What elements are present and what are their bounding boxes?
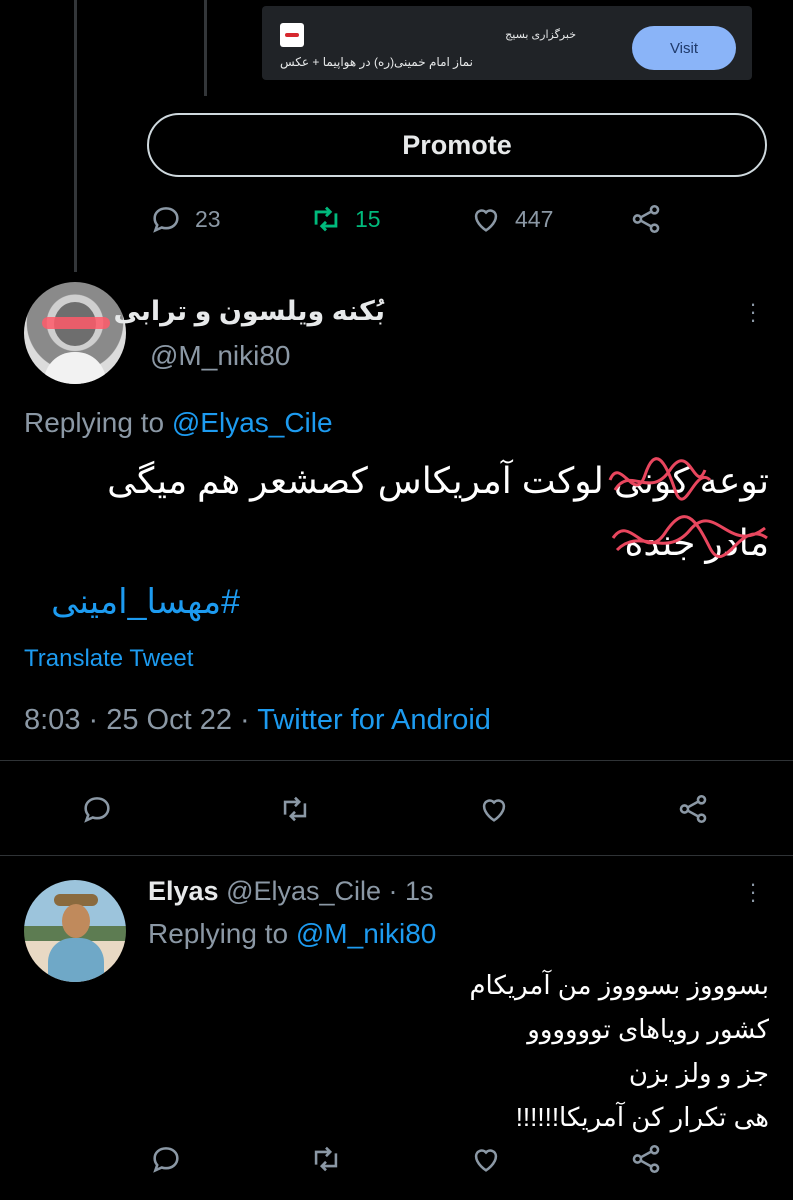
heart-icon xyxy=(474,1149,498,1172)
reply-display-name[interactable]: Elyas xyxy=(148,876,219,906)
promoted-card[interactable]: خبرگزاری بسیج نماز امام خمینی(ره) در هوا… xyxy=(262,6,752,80)
visit-button[interactable]: Visit xyxy=(632,26,736,70)
retweet-count: 15 xyxy=(355,205,381,232)
promoted-source: خبرگزاری بسیج xyxy=(505,29,576,41)
like-action[interactable]: 447 xyxy=(469,202,553,236)
retweet-icon xyxy=(314,1146,338,1172)
tweet-text-line: توعه کونی لوکت آمریکاس کصشعر هم میگی xyxy=(107,460,769,501)
reply-icon xyxy=(153,207,179,233)
reply-icon xyxy=(84,797,110,823)
timestamp: 8:03 · 25 Oct 22 · xyxy=(24,704,258,736)
retweet-action[interactable] xyxy=(278,792,312,826)
reply-action[interactable] xyxy=(149,1142,183,1176)
replying-prefix: Replying to xyxy=(24,407,165,438)
translate-tweet-link[interactable]: Translate Tweet xyxy=(24,645,193,673)
heart-icon xyxy=(474,209,498,232)
user-handle[interactable]: @M_niki80 xyxy=(150,340,290,372)
share-icon xyxy=(632,1144,660,1174)
tweet-text-line: مادر جنده xyxy=(624,522,769,563)
avatar[interactable] xyxy=(24,880,126,982)
share-icon xyxy=(632,204,660,234)
like-count: 447 xyxy=(515,205,554,232)
like-action[interactable] xyxy=(477,792,511,826)
reply-icon xyxy=(153,1147,179,1173)
replying-handle-link[interactable]: @M_niki80 xyxy=(296,918,436,949)
reply-header: Elyas @Elyas_Cile · 1s xyxy=(148,876,434,907)
tweet-text: توعه کونی لوکت آمریکاس کصشعر هم میگی ماد… xyxy=(24,450,769,574)
reply-text-line: کشور رویاهای توووووو xyxy=(527,1014,769,1044)
reply-text-line: هی تکرار کن آمریکا!!!!!! xyxy=(515,1102,769,1132)
more-options-icon[interactable]: · · · xyxy=(748,293,758,331)
share-action[interactable] xyxy=(629,202,663,236)
reply-count: 23 xyxy=(195,205,221,232)
reply-text-line: بسوووز بسوووز من آمریکام xyxy=(469,970,769,1000)
replying-to: Replying to @M_niki80 xyxy=(148,918,436,950)
divider xyxy=(0,760,793,761)
promoted-caption: نماز امام خمینی(ره) در هواپیما + عکس xyxy=(280,55,473,69)
thread-line xyxy=(204,0,207,96)
retweet-action[interactable] xyxy=(309,1142,343,1176)
tweet-meta: 8:03 · 25 Oct 22 · Twitter for Android xyxy=(24,704,491,737)
share-icon xyxy=(679,794,707,824)
hashtag-link[interactable]: #مهسا_امینی xyxy=(51,582,240,622)
like-action[interactable] xyxy=(469,1142,503,1176)
display-name[interactable]: بُکنه ویلسون و ترابی xyxy=(113,296,385,327)
retweet-icon xyxy=(283,796,307,822)
reply-handle-time: @Elyas_Cile · 1s xyxy=(218,876,434,906)
reply-action[interactable]: 23 xyxy=(149,202,221,236)
reply-action[interactable] xyxy=(80,792,114,826)
retweet-icon xyxy=(314,206,338,232)
replying-prefix: Replying to xyxy=(148,918,289,949)
reply-text-line: جز و ولز بزن xyxy=(628,1058,769,1088)
news-logo-icon xyxy=(280,23,304,47)
share-action[interactable] xyxy=(676,792,710,826)
divider xyxy=(0,855,793,856)
more-options-icon[interactable]: · · · xyxy=(748,873,758,911)
client-link[interactable]: Twitter for Android xyxy=(257,704,491,736)
replying-to: Replying to @Elyas_Cile xyxy=(24,407,333,439)
reply-text: بسوووز بسوووز من آمریکام کشور رویاهای تو… xyxy=(169,963,769,1139)
retweet-action[interactable]: 15 xyxy=(309,202,381,236)
heart-icon xyxy=(482,799,506,822)
thread-line xyxy=(74,0,77,272)
promote-button[interactable]: Promote xyxy=(147,113,767,177)
avatar[interactable] xyxy=(24,282,126,384)
replying-handle-link[interactable]: @Elyas_Cile xyxy=(172,407,333,438)
share-action[interactable] xyxy=(629,1142,663,1176)
